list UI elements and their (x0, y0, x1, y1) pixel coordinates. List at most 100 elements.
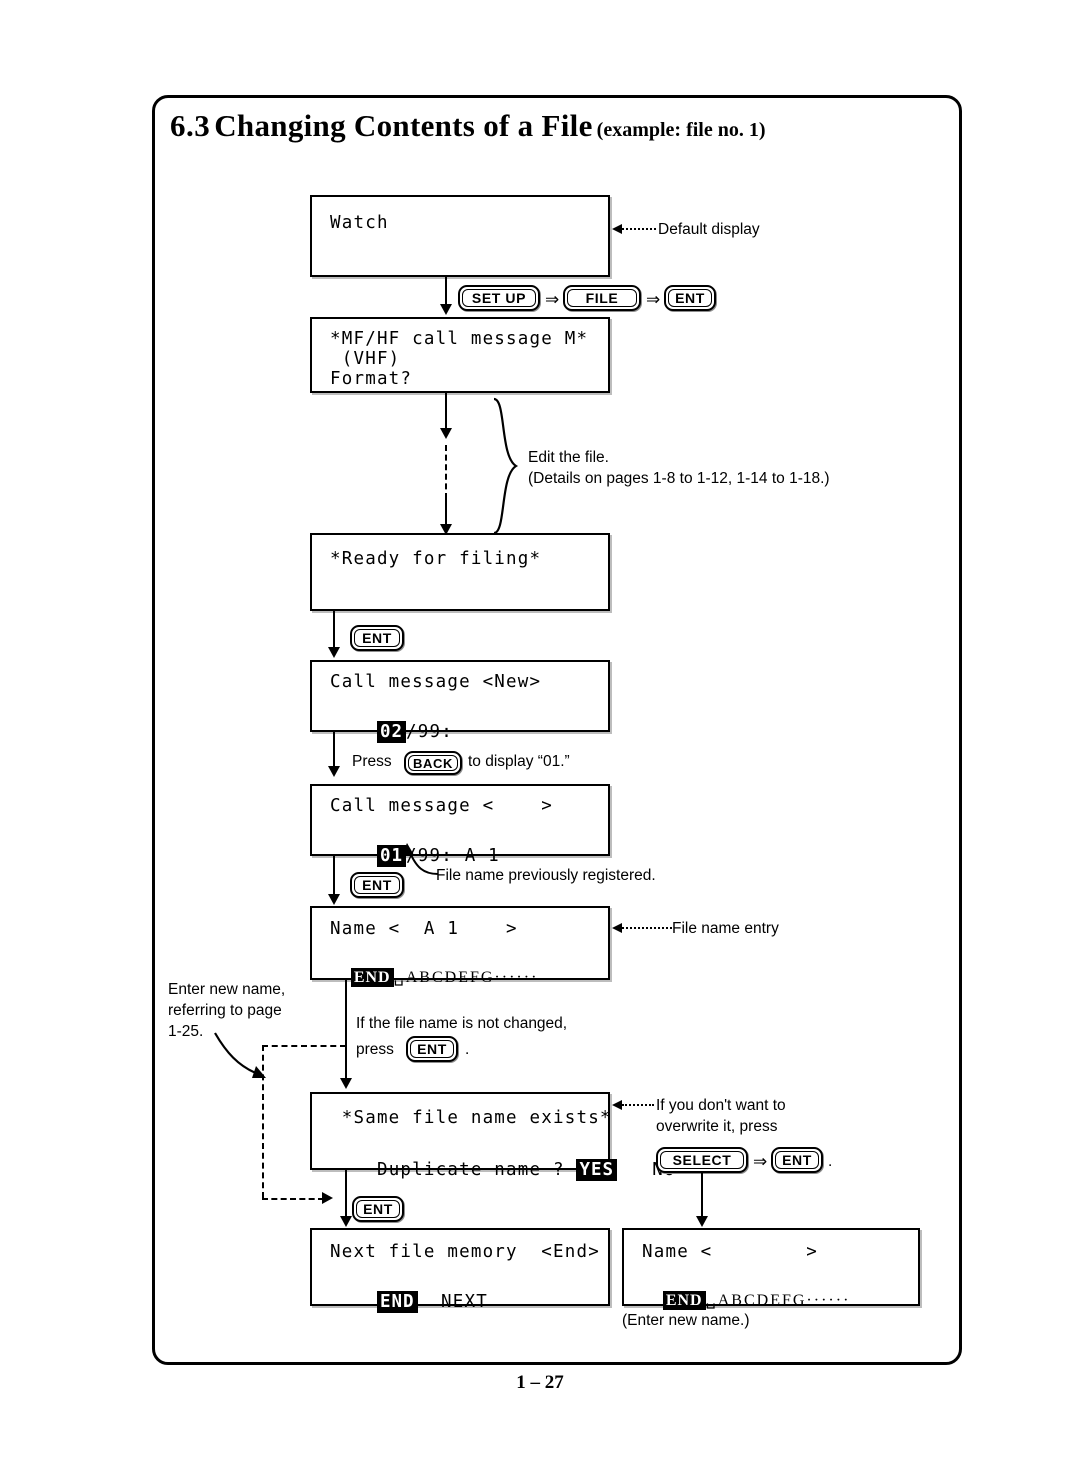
next-file-line-2: END NEXT (330, 1272, 488, 1332)
file-name-entry-arrowhead (612, 923, 622, 933)
file-name-entry-leader (622, 927, 672, 929)
annotation-default-display: Default display (658, 221, 760, 238)
name-a1-rest: ␣ABCDEFG······ (393, 969, 539, 986)
mfhf-line-1: *MF/HF call message M* (330, 329, 589, 349)
key-ent-5-label: ENT (782, 1152, 812, 1168)
name-a1-line-2: END ␣ABCDEFG······ (330, 949, 538, 1005)
key-ent-3[interactable]: ENT (350, 872, 404, 898)
annotation-edit-file-line1: Edit the file. (528, 449, 609, 466)
annotation-press-back-pre: Press (352, 753, 392, 770)
annotation-no-overwrite-line2: overwrite it, press (656, 1118, 778, 1135)
display-watch: Watch (310, 195, 610, 277)
connector-ready-arrowhead (328, 647, 340, 658)
connector-callnew-arrowhead (328, 766, 340, 777)
annotation-file-name-entry: File name entry (672, 920, 779, 937)
key-ent-2-label: ENT (362, 630, 392, 646)
key-ent-4[interactable]: ENT (406, 1036, 458, 1062)
key-ent-2[interactable]: ENT (350, 625, 404, 651)
same-name-badge-yes: YES (576, 1159, 618, 1181)
annotation-enter-new-name-line3: 1-25. (168, 1023, 204, 1040)
key-setup-label: SET UP (471, 290, 527, 306)
annotation-edit-file-line2: (Details on pages 1-8 to 1-12, 1-14 to 1… (528, 470, 830, 487)
key-ent-1[interactable]: ENT (664, 285, 716, 311)
same-name-pre: Duplicate name ? (376, 1160, 577, 1180)
section-title: Changing Contents of a File (214, 108, 593, 143)
annotation-not-changed-line1: If the file name is not changed, (356, 1015, 568, 1032)
name-a1-line-1: Name < A 1 > (330, 919, 518, 939)
bypass-dash-left (262, 1045, 264, 1198)
bypass-dash-top (262, 1045, 346, 1047)
no-overwrite-leader (622, 1104, 654, 1106)
connector-watch-arrowhead (440, 304, 452, 315)
display-name-new: Name < > END ␣ABCDEFG······ (622, 1228, 920, 1310)
display-same-file-name: *Same file name exists* Duplicate name ?… (310, 1092, 675, 1181)
watch-line-1: Watch (330, 213, 389, 233)
key-ent-5[interactable]: ENT (771, 1147, 823, 1173)
name-a1-badge: END (350, 968, 394, 987)
key-ent-1-label: ENT (675, 290, 705, 306)
default-display-arrowhead (612, 224, 622, 234)
name-new-rest: ␣ABCDEFG······ (705, 1292, 851, 1309)
connector-name-to-samefile (345, 980, 347, 1082)
key-ent-6-label: ENT (363, 1201, 393, 1217)
key-setup[interactable]: SET UP (458, 285, 540, 311)
key-sep-arrow-2: ⇒ (646, 290, 661, 309)
page-title: 6.3 Changing Contents of a File (example… (170, 108, 766, 144)
annotation-enter-new-name-paren: (Enter new name.) (622, 1312, 750, 1329)
call-new-badge: 02 (376, 721, 407, 743)
mfhf-line-2: (VHF) (330, 349, 401, 369)
page-footer: 1 – 27 (516, 1372, 564, 1393)
section-title-example: (example: file no. 1) (596, 119, 766, 141)
key-back-label: BACK (413, 755, 453, 771)
key-ent-6[interactable]: ENT (352, 1196, 404, 1222)
connector-ready-to-callnew (333, 611, 335, 651)
connector-samefile-arrowhead (340, 1216, 352, 1227)
same-name-line-2: Duplicate name ? YES NO (330, 1140, 676, 1200)
connector-samefile-to-next (345, 1170, 347, 1220)
next-file-line-1: Next file memory <End> (330, 1242, 600, 1262)
prev-registered-pointer (402, 843, 439, 875)
key-select-label: SELECT (672, 1152, 732, 1168)
display-name-a1: Name < A 1 > END ␣ABCDEFG······ (310, 906, 610, 987)
edit-file-brace (493, 397, 519, 535)
display-mfhf-format: *MF/HF call message M* (VHF) Format? (310, 317, 610, 393)
mfhf-line-3: Format? (330, 369, 413, 389)
connector-select-to-namenew (701, 1173, 703, 1221)
call-new-line-1: Call message <New> (330, 672, 542, 692)
key-file-label: FILE (585, 290, 619, 306)
display-next-file-memory: Next file memory <End> END NEXT (310, 1228, 610, 1313)
name-new-line-1: Name < > (642, 1242, 819, 1262)
display-ready-for-filing: *Ready for filing* (310, 533, 610, 611)
edit-connector-top-arrowhead (440, 428, 452, 439)
annotation-select-ent-period: . (828, 1153, 833, 1170)
key-file[interactable]: FILE (563, 285, 641, 311)
connector-watch-to-mfhf (445, 277, 447, 307)
call-new-rest: /99: (406, 722, 453, 742)
annotation-enter-new-name-line2: referring to page (168, 1002, 282, 1019)
key-sep-arrow-3: ⇒ (753, 1152, 768, 1171)
display-call-message-01: Call message < > 01/99: A 1 (310, 784, 610, 867)
edit-connector-top (445, 393, 447, 431)
edit-connector-dashed (445, 445, 447, 499)
key-sep-arrow-1: ⇒ (545, 290, 560, 309)
connector-select-arrowhead (696, 1216, 708, 1227)
default-display-leader (622, 228, 656, 230)
key-select[interactable]: SELECT (656, 1147, 748, 1173)
annotation-enter-new-name-line1: Enter new name, (168, 981, 286, 998)
name-new-badge: END (662, 1291, 706, 1310)
annotation-no-overwrite-line1: If you don't want to (656, 1097, 786, 1114)
key-ent-3-label: ENT (362, 877, 392, 893)
connector-name-arrowhead (340, 1078, 352, 1089)
enter-new-name-pointer (214, 1032, 266, 1078)
annotation-press-back-post: to display “01.” (468, 753, 570, 770)
no-overwrite-arrowhead (612, 1100, 622, 1110)
connector-callnew-to-call01 (333, 732, 335, 770)
next-file-rest: NEXT (417, 1292, 488, 1312)
key-back[interactable]: BACK (404, 751, 462, 775)
next-file-badge: END (376, 1291, 418, 1313)
key-ent-4-label: ENT (417, 1041, 447, 1057)
connector-call01-arrowhead (328, 894, 340, 905)
ready-line-1: *Ready for filing* (330, 549, 542, 569)
section-number: 6.3 (170, 108, 211, 143)
same-name-line-1: *Same file name exists* (330, 1108, 612, 1128)
